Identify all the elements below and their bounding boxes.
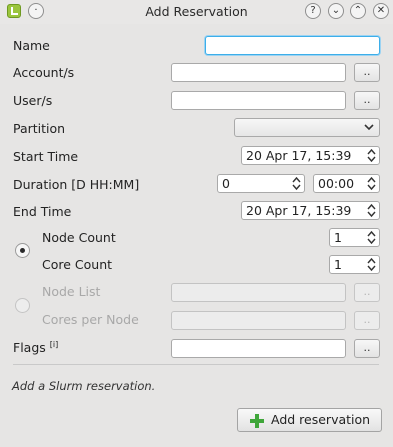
minimize-glyph: ⌄ — [331, 5, 341, 16]
add-reservation-label: Add reservation — [271, 412, 371, 427]
users-input[interactable] — [171, 91, 346, 110]
help-icon[interactable]: ? — [305, 3, 321, 19]
node-list-label: Node List — [42, 284, 101, 299]
duration-days-value: 0 — [222, 176, 230, 191]
end-time-spinbox[interactable]: 20 Apr 17, 15:39 — [241, 201, 380, 220]
cores-per-node-browse-button[interactable]: .. — [354, 311, 380, 330]
flags-label: Flags [i] — [13, 340, 58, 355]
end-time-label: End Time — [13, 204, 72, 219]
plus-icon — [250, 414, 264, 428]
node-count-spinbox[interactable]: 1 — [329, 228, 380, 247]
duration-label: Duration [D HH:MM] — [13, 177, 140, 192]
partition-label: Partition — [13, 121, 66, 136]
maximize-glyph: ⌃ — [353, 5, 363, 16]
name-label: Name — [13, 38, 50, 53]
close-glyph: ✕ — [376, 5, 386, 16]
spin-arrows-icon[interactable] — [367, 256, 376, 273]
minimize-icon[interactable]: ⌄ — [328, 3, 344, 19]
users-label: User/s — [13, 93, 53, 108]
accounts-input[interactable] — [171, 63, 346, 82]
chevron-down-icon — [364, 124, 374, 131]
status-message: Add a Slurm reservation. — [12, 379, 156, 393]
separator — [13, 364, 379, 365]
node-count-value: 1 — [334, 230, 342, 245]
help-glyph: ? — [310, 5, 316, 16]
node-count-radio[interactable] — [15, 243, 30, 258]
spin-arrows-icon[interactable] — [367, 202, 376, 219]
core-count-value: 1 — [334, 257, 342, 272]
flags-input[interactable] — [171, 339, 346, 358]
accounts-browse-button[interactable]: .. — [354, 63, 380, 82]
duration-time-value: 00:00 — [318, 176, 355, 191]
radio-selected-dot — [20, 248, 25, 253]
flags-info-marker[interactable]: [i] — [50, 340, 58, 349]
node-list-radio[interactable] — [15, 298, 30, 313]
duration-days-spinbox[interactable]: 0 — [217, 174, 305, 193]
core-count-label: Core Count — [42, 257, 113, 272]
close-icon[interactable]: ✕ — [373, 3, 389, 19]
maximize-icon[interactable]: ⌃ — [350, 3, 366, 19]
start-time-label: Start Time — [13, 149, 79, 164]
spin-arrows-icon[interactable] — [367, 229, 376, 246]
start-time-value: 20 Apr 17, 15:39 — [246, 148, 352, 163]
core-count-spinbox[interactable]: 1 — [329, 255, 380, 274]
name-input[interactable] — [205, 36, 380, 55]
duration-time-spinbox[interactable]: 00:00 — [313, 174, 380, 193]
start-time-spinbox[interactable]: 20 Apr 17, 15:39 — [241, 146, 380, 165]
add-reservation-button[interactable]: Add reservation — [237, 408, 382, 432]
cores-per-node-label: Cores per Node — [42, 312, 139, 327]
spin-arrows-icon[interactable] — [292, 175, 301, 192]
accounts-label: Account/s — [13, 65, 75, 80]
node-list-browse-button[interactable]: .. — [354, 283, 380, 302]
flags-label-text: Flags — [13, 340, 46, 356]
spin-arrows-icon[interactable] — [367, 147, 376, 164]
end-time-value: 20 Apr 17, 15:39 — [246, 203, 352, 218]
users-browse-button[interactable]: .. — [354, 91, 380, 110]
node-list-input[interactable] — [171, 283, 346, 302]
cores-per-node-input[interactable] — [171, 311, 346, 330]
spin-arrows-icon[interactable] — [367, 175, 376, 192]
partition-select[interactable] — [234, 118, 380, 137]
flags-browse-button[interactable]: .. — [354, 339, 380, 358]
title-bar: · Add Reservation ? ⌄ ⌃ ✕ — [0, 0, 393, 24]
node-count-label: Node Count — [42, 230, 116, 245]
